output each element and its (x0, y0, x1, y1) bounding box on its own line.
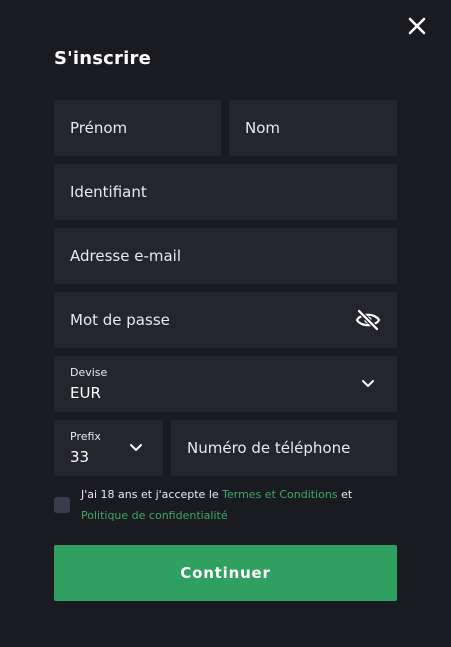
email-field[interactable]: Adresse e-mail (54, 228, 397, 284)
page-title: S'inscrire (54, 48, 151, 69)
eye-off-icon[interactable] (355, 308, 381, 332)
chevron-down-icon (362, 380, 374, 387)
username-field[interactable]: Identifiant (54, 164, 397, 220)
continue-button[interactable]: Continuer (54, 545, 397, 601)
phone-field[interactable]: Numéro de téléphone (171, 420, 397, 476)
phone-placeholder: Numéro de téléphone (187, 439, 351, 457)
phone-prefix-select[interactable]: Prefix 33 (54, 420, 163, 476)
password-placeholder: Mot de passe (70, 311, 170, 329)
terms-text-before: J'ai 18 ans et j'accepte le (81, 488, 223, 501)
close-button[interactable] (405, 14, 429, 38)
currency-select[interactable]: Devise EUR (54, 356, 397, 412)
first-name-field[interactable]: Prénom (54, 100, 221, 156)
last-name-placeholder: Nom (245, 119, 281, 137)
terms-checkbox[interactable] (54, 497, 70, 513)
close-icon (408, 17, 426, 35)
first-name-placeholder: Prénom (70, 119, 128, 137)
prefix-label: Prefix (70, 430, 101, 443)
email-placeholder: Adresse e-mail (70, 247, 181, 265)
chevron-down-icon (130, 444, 142, 451)
terms-text-between: et (337, 488, 353, 501)
currency-value: EUR (70, 384, 101, 402)
privacy-link[interactable]: Politique de confidentialité (81, 509, 228, 522)
currency-label: Devise (70, 366, 108, 379)
terms-link[interactable]: Termes et Conditions (222, 488, 337, 501)
password-field[interactable]: Mot de passe (54, 292, 397, 348)
terms-text: J'ai 18 ans et j'accepte le Termes et Co… (81, 484, 381, 526)
username-placeholder: Identifiant (70, 183, 147, 201)
prefix-value: 33 (70, 448, 90, 466)
last-name-field[interactable]: Nom (229, 100, 397, 156)
continue-button-label: Continuer (180, 564, 271, 582)
